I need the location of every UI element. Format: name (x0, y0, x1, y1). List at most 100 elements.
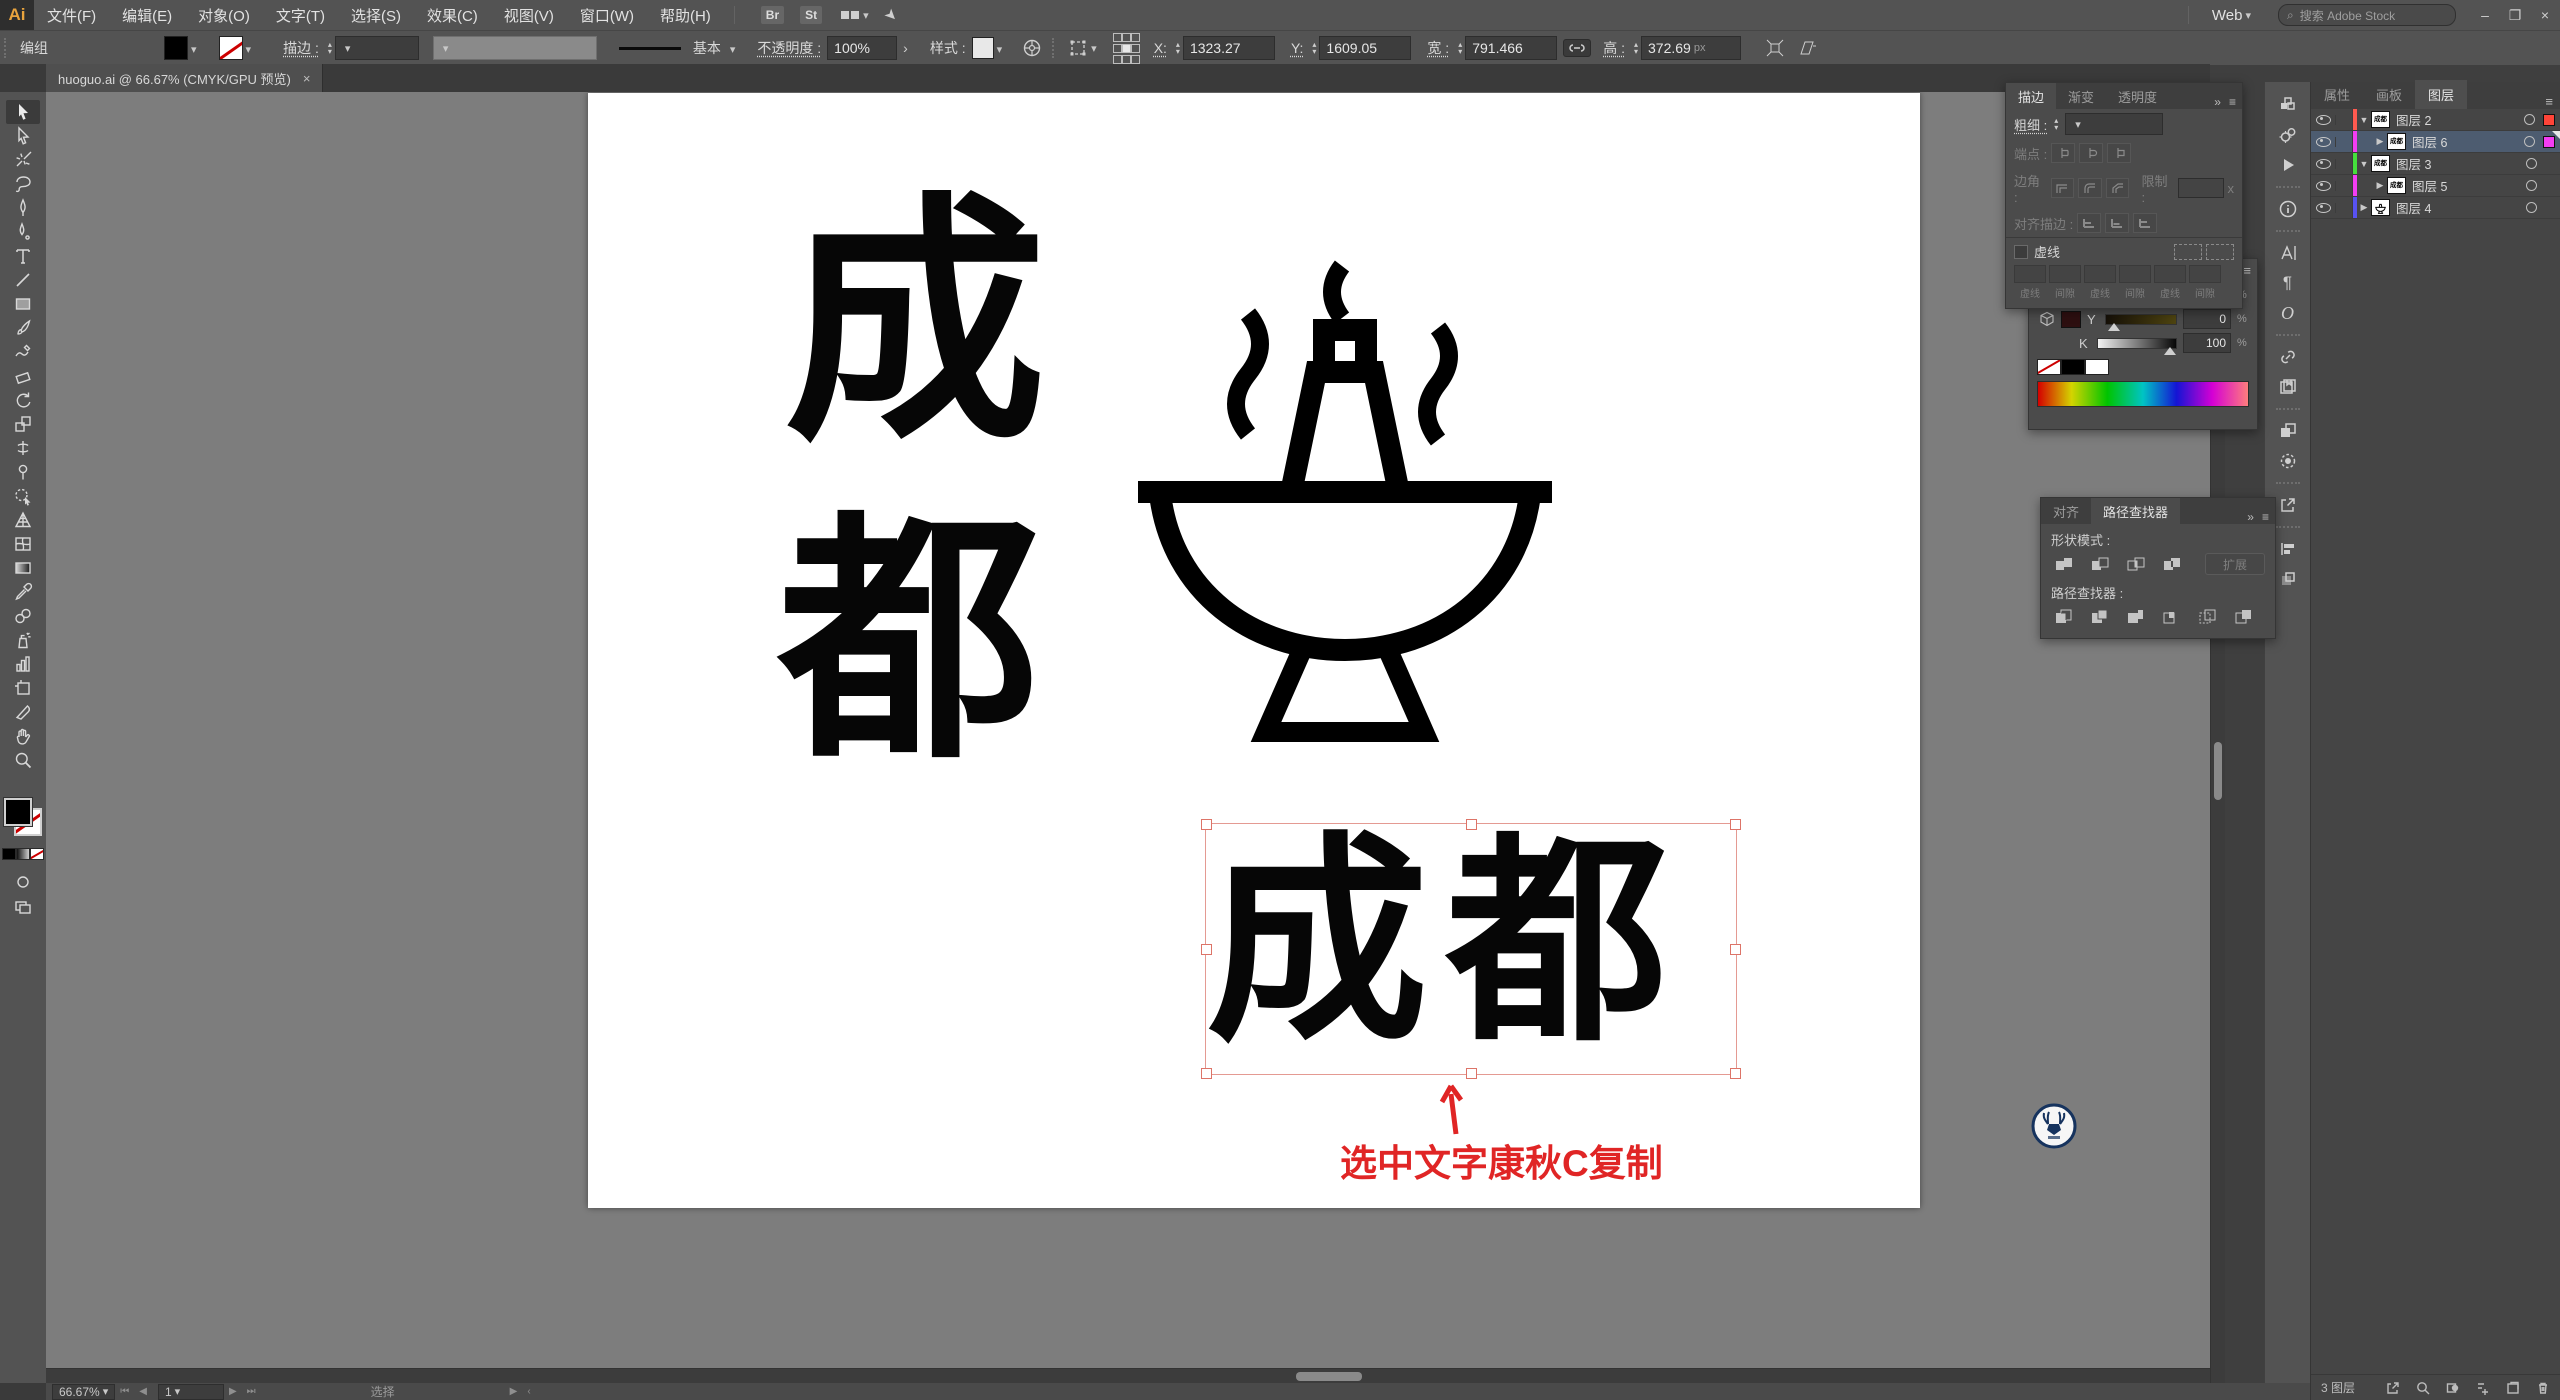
layer-name[interactable]: 图层 4 (2396, 198, 2526, 217)
opacity-label[interactable]: 不透明度 : (757, 38, 821, 58)
menu-type[interactable]: 文字(T) (263, 0, 338, 30)
tab-pathfinder[interactable]: 路径查找器 (2091, 498, 2180, 524)
none-mode-button[interactable] (30, 848, 44, 860)
layer-thumbnail-hotpot[interactable] (2371, 199, 2390, 216)
shaper-tool[interactable] (6, 340, 40, 364)
expand-arrow-icon[interactable]: ▼ (2357, 115, 2371, 125)
layer-row[interactable]: ▼ 成都 图层 2 (2311, 109, 2560, 131)
close-button[interactable]: × (2530, 0, 2560, 30)
handle-bottom-center[interactable] (1466, 1068, 1477, 1079)
minimize-button[interactable]: – (2470, 0, 2500, 30)
gradient-tool[interactable] (6, 556, 40, 580)
layer-thumbnail[interactable]: 成都 (2387, 177, 2406, 194)
pathfinder-panel-icon[interactable] (2271, 416, 2305, 446)
layer-name[interactable]: 图层 2 (2396, 110, 2524, 129)
layer-name[interactable]: 图层 6 (2412, 132, 2524, 151)
eyedropper-tool[interactable] (6, 580, 40, 604)
play-action-icon[interactable] (2271, 150, 2305, 180)
stroke-dropdown-icon[interactable] (243, 40, 252, 56)
new-sublayer-icon[interactable] (2475, 1380, 2491, 1396)
target-circle[interactable] (2526, 202, 2537, 213)
color-fill-proxy[interactable] (2061, 311, 2081, 328)
collect-for-export-icon[interactable] (2385, 1380, 2401, 1396)
unite-button[interactable] (2051, 553, 2077, 575)
white-swatch[interactable] (2085, 359, 2109, 375)
tab-align[interactable]: 对齐 (2041, 498, 2091, 524)
intersect-button[interactable] (2123, 553, 2149, 575)
stroke-weight-label[interactable]: 描边 : (283, 38, 319, 58)
lock-toggle[interactable] (2336, 175, 2353, 196)
reference-point-selector[interactable] (1113, 33, 1138, 64)
layer-name[interactable]: 图层 3 (2396, 154, 2526, 173)
width-field[interactable]: 791.466 (1465, 36, 1557, 60)
share-icon[interactable]: ➤ (880, 4, 902, 26)
fill-indicator[interactable] (4, 798, 32, 826)
perspective-grid-tool[interactable] (6, 508, 40, 532)
weight-field[interactable] (2065, 113, 2163, 135)
panel-menu-icon[interactable]: ≡ (2229, 95, 2236, 109)
make-mask-icon[interactable] (2445, 1380, 2461, 1396)
dock-grip[interactable] (2276, 408, 2300, 410)
minus-front-button[interactable] (2087, 553, 2113, 575)
selection-indicator[interactable] (2545, 203, 2555, 213)
stroke-weight-field[interactable] (335, 36, 419, 60)
dock-grip[interactable] (2276, 186, 2300, 188)
lasso-tool[interactable] (6, 172, 40, 196)
workspace-switcher-icon[interactable] (840, 9, 869, 22)
collapse-panel-icon[interactable]: » (2214, 95, 2221, 109)
menu-window[interactable]: 窗口(W) (567, 0, 647, 30)
menu-view[interactable]: 视图(V) (491, 0, 567, 30)
new-layer-icon[interactable] (2505, 1380, 2521, 1396)
height-label[interactable]: 高 : (1603, 38, 1625, 58)
artboard[interactable]: 成 都 成都 (588, 93, 1920, 1208)
visibility-toggle[interactable] (2311, 203, 2336, 213)
dock-grip[interactable] (2276, 526, 2300, 528)
paragraph-panel-icon[interactable]: ¶ (2271, 268, 2305, 298)
yellow-slider[interactable] (2105, 314, 2177, 325)
y-label[interactable]: Y: (1291, 40, 1303, 56)
stroke-color-swatch[interactable] (219, 36, 243, 60)
opentype-panel-icon[interactable]: O (2271, 298, 2305, 328)
divide-button[interactable] (2051, 606, 2077, 628)
mesh-tool[interactable] (6, 532, 40, 556)
panel-menu-icon[interactable]: ≡ (2262, 510, 2269, 524)
y-field[interactable]: 1609.05 (1319, 36, 1411, 60)
weight-label[interactable]: 粗细 : (2014, 115, 2047, 134)
target-circle[interactable] (2524, 136, 2535, 147)
lock-toggle[interactable] (2336, 197, 2353, 218)
visibility-toggle[interactable] (2311, 115, 2336, 125)
paintbrush-tool[interactable] (6, 316, 40, 340)
stock-search-input[interactable]: ⌕ 搜索 Adobe Stock (2278, 4, 2456, 26)
delete-layer-icon[interactable] (2535, 1380, 2551, 1396)
canvas[interactable]: 成 都 成都 (46, 92, 2210, 1368)
color-mode-button[interactable] (2, 848, 16, 860)
type-tool[interactable] (6, 244, 40, 268)
black-value[interactable]: 100 (2183, 333, 2231, 353)
y-stepper[interactable]: ▴▾ (1312, 41, 1316, 55)
x-field[interactable]: 1323.27 (1183, 36, 1275, 60)
layer-row-selected[interactable]: ▶ 成都 图层 6 (2311, 131, 2560, 153)
layer-thumbnail[interactable]: 成都 (2371, 111, 2390, 128)
first-artboard-icon[interactable]: ⏮ (120, 1386, 129, 1397)
gradient-mode-button[interactable] (16, 848, 30, 860)
target-circle[interactable] (2526, 158, 2537, 169)
layer-row[interactable]: ▶ 图层 4 (2311, 197, 2560, 219)
artboard-tool[interactable] (6, 676, 40, 700)
hand-tool[interactable] (6, 724, 40, 748)
transform-icon[interactable] (1765, 38, 1785, 58)
outline-button[interactable] (2195, 606, 2221, 628)
scale-tool[interactable] (6, 412, 40, 436)
width-tool[interactable] (6, 436, 40, 460)
character-panel-icon[interactable] (2271, 238, 2305, 268)
zoom-tool[interactable] (6, 748, 40, 772)
rotate-tool[interactable] (6, 388, 40, 412)
handle-top-center[interactable] (1466, 819, 1477, 830)
recolor-artwork-icon[interactable] (1022, 38, 1042, 58)
expand-arrow-icon[interactable]: ▶ (2357, 202, 2371, 213)
bridge-button[interactable]: Br (761, 6, 784, 24)
opacity-field[interactable]: 100% (827, 36, 897, 60)
collapse-panel-icon[interactable]: » (2247, 510, 2254, 524)
symbol-sprayer-tool[interactable] (6, 628, 40, 652)
width-stepper[interactable]: ▴▾ (1458, 41, 1462, 55)
dashed-line-checkbox[interactable] (2014, 245, 2028, 259)
